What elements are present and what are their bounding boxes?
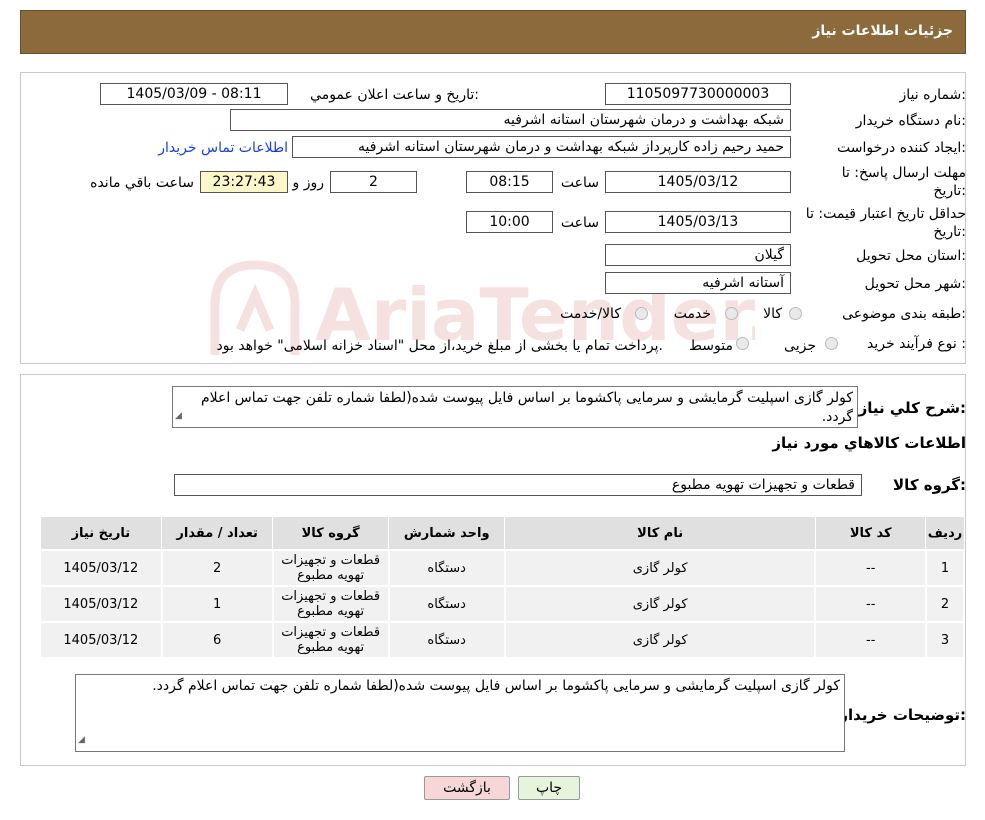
- resize-grip-icon[interactable]: ◢: [175, 407, 182, 426]
- process-note: پرداخت تمام یا بخشی از مبلغ خرید،از محل …: [216, 338, 663, 354]
- print-button[interactable]: چاپ: [518, 776, 580, 800]
- goods-info-title: اطلاعات کالاهاي مورد نياز: [772, 434, 966, 452]
- col-code: کد کالا: [814, 516, 927, 551]
- cell-name: کولر گازی: [503, 585, 817, 623]
- goods-group-label: گروه کالا:: [893, 476, 966, 494]
- cell-quantity: 6: [160, 621, 274, 659]
- cell-code: --: [814, 585, 927, 623]
- deadline-time-field: 08:15: [466, 171, 553, 193]
- need-number-field: 1105097730000003: [605, 83, 791, 105]
- resize-grip-icon[interactable]: ◢: [78, 731, 85, 750]
- announce-datetime-field: 1405/03/09 - 08:11: [100, 83, 288, 105]
- cell-row: 1: [924, 549, 966, 587]
- category-label: طبقه بندی موضوعی:: [842, 306, 966, 322]
- table-row: 1405/03/12 6 قطعات و تجهیزات تهویه مطبوع…: [39, 621, 966, 659]
- col-group: گروه کالا: [272, 516, 390, 551]
- province-field: گیلان: [605, 244, 791, 266]
- deadline-label-date: تاریخ:: [933, 183, 966, 199]
- cell-need-date: 1405/03/12: [39, 621, 163, 659]
- cell-row: 2: [924, 585, 966, 623]
- province-label: استان محل تحویل:: [856, 248, 966, 264]
- deadline-label: مهلت ارسال پاسخ: تا: [841, 165, 966, 181]
- buyer-notes-text: کولر گازی اسپلیت گرمایشی و سرمایی پاکشوم…: [152, 678, 840, 694]
- days-label: روز و: [292, 175, 325, 191]
- cell-unit: دستگاه: [387, 585, 506, 623]
- cell-name: کولر گازی: [503, 621, 817, 659]
- announce-label: تاریخ و ساعت اعلان عمومي:: [310, 87, 479, 103]
- category-service-label: خدمت: [673, 306, 711, 322]
- col-name: نام کالا: [504, 516, 816, 551]
- goods-table: تاریخ نیاز تعداد / مقدار گروه کالا واحد …: [39, 516, 966, 659]
- creator-label: ایجاد کننده درخواست:: [837, 140, 966, 156]
- cell-group: قطعات و تجهیزات تهویه مطبوع: [271, 549, 390, 587]
- need-number-label: شماره نیاز:: [899, 87, 966, 103]
- col-need-date: تاریخ نیاز: [39, 516, 163, 551]
- process-minor-label: جزیی: [784, 338, 816, 354]
- cell-unit: دستگاه: [387, 549, 506, 587]
- cell-group: قطعات و تجهیزات تهویه مطبوع: [271, 621, 390, 659]
- cell-unit: دستگاه: [387, 621, 506, 659]
- category-both-label: کالا/خدمت: [560, 306, 621, 322]
- col-row: رديف: [925, 516, 965, 551]
- validity-label-date: تاریخ:: [933, 224, 966, 240]
- buyer-org-label: نام دستگاه خریدار:: [855, 113, 966, 129]
- cell-group: قطعات و تجهیزات تهویه مطبوع: [271, 585, 390, 623]
- days-remaining-field: 2: [330, 171, 417, 193]
- cell-quantity: 1: [160, 585, 274, 623]
- cell-name: کولر گازی: [503, 549, 817, 587]
- buyer-notes-textarea[interactable]: کولر گازی اسپلیت گرمایشی و سرمایی پاکشوم…: [75, 674, 845, 752]
- process-medium-radio[interactable]: [736, 337, 749, 350]
- cell-code: --: [814, 621, 927, 659]
- cell-need-date: 1405/03/12: [39, 585, 163, 623]
- cell-row: 3: [924, 621, 966, 659]
- process-type-label: نوع فرآیند خرید :: [867, 336, 966, 352]
- category-goods-label: کالا: [763, 306, 782, 322]
- cell-quantity: 2: [160, 549, 274, 587]
- deadline-time-label: ساعت: [560, 175, 599, 191]
- category-service-radio[interactable]: [725, 307, 738, 320]
- col-unit: واحد شمارش: [388, 516, 506, 551]
- buyer-contact-link[interactable]: اطلاعات تماس خریدار: [158, 140, 288, 156]
- page-title: جزئیات اطلاعات نیاز: [812, 23, 953, 39]
- validity-date-field: 1405/03/13: [605, 211, 791, 233]
- remaining-time-field: 23:27:43: [200, 171, 288, 193]
- validity-label: حداقل تاریخ اعتبار قیمت: تا: [805, 206, 966, 222]
- table-row: 1405/03/12 1 قطعات و تجهیزات تهویه مطبوع…: [39, 585, 966, 623]
- col-quantity: تعداد / مقدار: [161, 516, 274, 551]
- process-minor-radio[interactable]: [825, 337, 838, 350]
- city-field: آستانه اشرفیه: [605, 272, 791, 294]
- summary-textarea[interactable]: کولر گازی اسپلیت گرمایشی و سرمایی پاکشوم…: [172, 386, 858, 428]
- validity-time-label: ساعت: [560, 215, 599, 231]
- table-header-row: تاریخ نیاز تعداد / مقدار گروه کالا واحد …: [39, 516, 965, 551]
- table-row: 1405/03/12 2 قطعات و تجهیزات تهویه مطبوع…: [39, 549, 966, 587]
- validity-time-field: 10:00: [466, 211, 553, 233]
- summary-label: شرح کلي نياز:: [858, 399, 966, 417]
- cell-need-date: 1405/03/12: [39, 549, 163, 587]
- cell-code: --: [814, 549, 927, 587]
- process-medium-label: متوسط: [689, 338, 733, 354]
- back-button[interactable]: بازگشت: [424, 776, 510, 800]
- deadline-date-field: 1405/03/12: [605, 171, 791, 193]
- category-both-radio[interactable]: [635, 307, 648, 320]
- summary-text: کولر گازی اسپلیت گرمایشی و سرمایی پاکشوم…: [200, 390, 853, 425]
- buyer-org-field: شبکه بهداشت و درمان شهرستان استانه اشرفی…: [230, 109, 791, 131]
- goods-group-field: قطعات و تجهیزات تهویه مطبوع: [174, 474, 862, 496]
- page-header: جزئیات اطلاعات نیاز: [20, 10, 966, 54]
- category-goods-radio[interactable]: [789, 307, 802, 320]
- creator-field: حمید رحیم زاده کارپرداز شبکه بهداشت و در…: [292, 136, 791, 158]
- city-label: شهر محل تحویل:: [864, 276, 966, 292]
- buyer-notes-label: توضیحات خریدار:: [839, 706, 966, 724]
- remaining-label: ساعت باقي مانده: [90, 175, 194, 191]
